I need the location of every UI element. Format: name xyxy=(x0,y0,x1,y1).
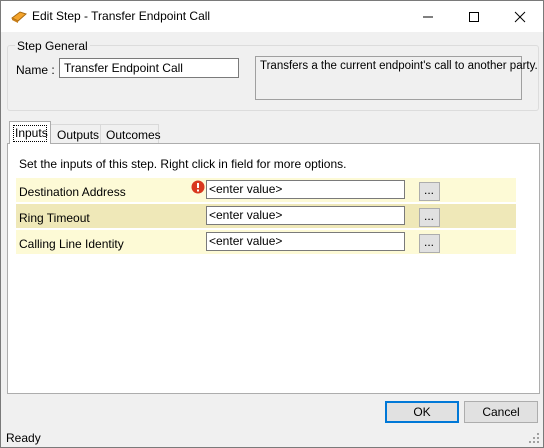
tab-outcomes-label: Outcomes xyxy=(106,128,161,142)
error-icon xyxy=(191,180,205,194)
status-bar: Ready xyxy=(1,425,543,447)
ellipsis-label: ... xyxy=(424,183,435,197)
input-row-destination-address: Destination Address <enter value> ... xyxy=(16,178,516,202)
input-label: Ring Timeout xyxy=(19,211,90,225)
input-value: <enter value> xyxy=(209,208,283,222)
name-field-value: Transfer Endpoint Call xyxy=(64,61,183,75)
tab-outputs-label: Outputs xyxy=(57,128,100,142)
step-icon xyxy=(11,11,27,23)
input-value: <enter value> xyxy=(209,182,283,196)
minimize-icon xyxy=(423,16,433,18)
input-value: <enter value> xyxy=(209,234,283,248)
input-label: Calling Line Identity xyxy=(19,237,124,251)
maximize-button[interactable] xyxy=(451,1,497,32)
title-bar[interactable]: Edit Step - Transfer Endpoint Call xyxy=(1,1,543,32)
description-text: Transfers a the current endpoint's call … xyxy=(260,60,538,72)
status-text: Ready xyxy=(6,431,41,445)
maximize-icon xyxy=(469,12,479,22)
minimize-button[interactable] xyxy=(405,1,451,32)
description-box: Transfers a the current endpoint's call … xyxy=(255,56,538,100)
tab-inputs-label: Inputs xyxy=(15,126,48,140)
tab-outcomes[interactable]: Outcomes xyxy=(100,124,161,144)
step-general-label: Step General xyxy=(15,39,90,53)
ok-button-label: OK xyxy=(413,405,431,419)
edit-step-window: Edit Step - Transfer Endpoint Call Step … xyxy=(0,0,544,448)
calling-line-identity-input[interactable]: <enter value> xyxy=(206,232,405,251)
ellipsis-label: ... xyxy=(424,235,435,249)
input-row-calling-line-identity: Calling Line Identity <enter value> ... xyxy=(16,230,516,254)
ring-timeout-input[interactable]: <enter value> xyxy=(206,206,405,225)
close-button[interactable] xyxy=(497,1,543,32)
window-title: Edit Step - Transfer Endpoint Call xyxy=(32,9,211,23)
input-label: Destination Address xyxy=(19,185,126,199)
ring-timeout-browse-button[interactable]: ... xyxy=(419,208,440,227)
cancel-button-label: Cancel xyxy=(482,405,520,419)
cancel-button[interactable]: Cancel xyxy=(464,401,538,423)
destination-address-browse-button[interactable]: ... xyxy=(419,182,440,201)
close-icon xyxy=(514,11,526,23)
inputs-instruction: Set the inputs of this step. Right click… xyxy=(19,157,347,171)
input-row-ring-timeout: Ring Timeout <enter value> ... xyxy=(16,204,516,228)
ok-button[interactable]: OK xyxy=(385,401,459,423)
name-field[interactable]: Transfer Endpoint Call xyxy=(59,58,239,78)
tab-outputs[interactable]: Outputs xyxy=(50,124,101,144)
calling-line-identity-browse-button[interactable]: ... xyxy=(419,234,440,253)
ellipsis-label: ... xyxy=(424,209,435,223)
tab-inputs[interactable]: Inputs xyxy=(9,121,51,144)
destination-address-input[interactable]: <enter value> xyxy=(206,180,405,199)
name-label: Name : xyxy=(16,63,55,77)
resize-grip-icon[interactable] xyxy=(528,432,540,444)
